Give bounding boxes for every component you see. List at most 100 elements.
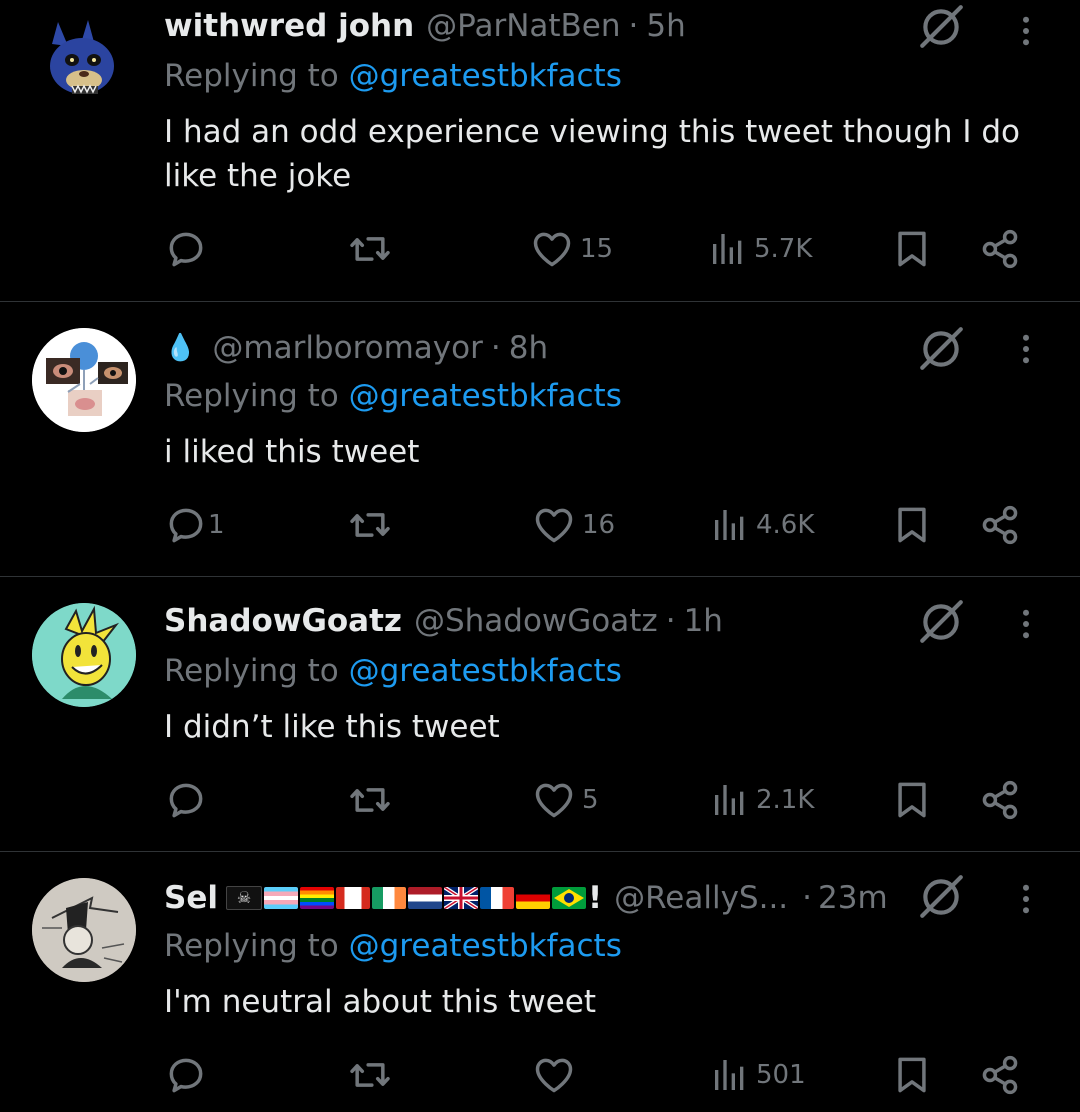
mention-link[interactable]: @greatestbkfacts	[349, 928, 622, 964]
action-bar: 501	[160, 1050, 1040, 1100]
tweet-header: Sel ☠ ! @ReallyS... · 23m	[164, 876, 930, 920]
retweet-icon	[348, 778, 392, 822]
heart-icon	[532, 503, 576, 547]
grok-icon[interactable]	[916, 597, 966, 647]
france-flag-icon	[479, 887, 514, 909]
user-handle[interactable]: @ReallyS...	[614, 880, 788, 916]
views-button[interactable]: 5.7K	[708, 224, 812, 274]
timestamp[interactable]: 8h	[509, 330, 548, 366]
avatar[interactable]	[32, 878, 136, 982]
replying-label: Replying to	[164, 58, 349, 94]
like-button[interactable]: 15	[530, 224, 613, 274]
like-button[interactable]: 5	[532, 775, 599, 825]
mention-link[interactable]: @greatestbkfacts	[349, 653, 622, 689]
display-name[interactable]: withwred john	[164, 8, 414, 44]
sketch-avatar-icon	[32, 878, 136, 982]
share-icon	[978, 778, 1022, 822]
pride-flag-icon	[299, 887, 334, 909]
separator: ·	[490, 330, 501, 366]
user-handle[interactable]: @ShadowGoatz	[414, 603, 658, 639]
grok-icon[interactable]	[916, 872, 966, 922]
more-icon[interactable]	[1008, 324, 1044, 374]
retweet-button[interactable]	[348, 1050, 392, 1100]
reply-icon	[164, 503, 208, 547]
tweet-text: I didn’t like this tweet	[164, 709, 500, 745]
ireland-flag-icon	[371, 887, 406, 909]
bookmark-button[interactable]	[890, 775, 934, 825]
timestamp[interactable]: 5h	[646, 8, 685, 44]
bookmark-button[interactable]	[890, 224, 934, 274]
tweet[interactable]: withwred john @ParNatBen · 5h Replying t…	[0, 0, 1080, 300]
display-name[interactable]: ShadowGoatz	[164, 603, 402, 639]
like-button[interactable]	[532, 1050, 582, 1100]
more-icon[interactable]	[1008, 874, 1044, 924]
tweet-text: I had an odd experience viewing this twe…	[164, 114, 1021, 194]
pirate-flag-icon: ☠	[225, 886, 262, 910]
grok-icon[interactable]	[916, 2, 966, 52]
tweet[interactable]: ShadowGoatz @ShadowGoatz · 1h Replying t…	[0, 577, 1080, 851]
replying-to: Replying to @greatestbkfacts	[164, 58, 622, 94]
reply-icon	[164, 778, 208, 822]
mention-link[interactable]: @greatestbkfacts	[349, 378, 622, 414]
like-button[interactable]: 16	[532, 500, 615, 550]
netherlands-flag-icon	[407, 887, 442, 909]
bookmark-button[interactable]	[890, 1050, 934, 1100]
action-bar: 1 16 4.6K	[160, 500, 1040, 550]
display-name[interactable]: Sel	[164, 880, 218, 916]
tweet-header: ShadowGoatz @ShadowGoatz · 1h	[164, 599, 910, 643]
reply-icon	[164, 1053, 208, 1097]
bookmark-icon	[890, 503, 934, 547]
reply-button[interactable]	[164, 224, 214, 274]
user-handle[interactable]: @marlboromayor	[212, 330, 482, 366]
separator: ·	[628, 8, 639, 44]
tweet-text: i liked this tweet	[164, 434, 420, 470]
share-button[interactable]	[978, 500, 1022, 550]
view-count: 501	[756, 1060, 806, 1090]
like-count: 5	[582, 785, 599, 815]
heart-icon	[532, 1053, 576, 1097]
avatar[interactable]	[32, 328, 136, 432]
view-count: 5.7K	[754, 234, 813, 264]
mention-link[interactable]: @greatestbkfacts	[349, 58, 622, 94]
separator: ·	[802, 880, 813, 916]
grok-icon[interactable]	[916, 324, 966, 374]
avatar[interactable]	[32, 12, 136, 116]
views-button[interactable]: 4.6K	[710, 500, 814, 550]
separator: ·	[665, 603, 676, 639]
views-icon	[710, 1055, 750, 1095]
bookmark-icon	[890, 227, 934, 271]
flag-emoji-row: ☠	[225, 886, 586, 910]
display-name-suffix: !	[587, 880, 603, 916]
retweet-button[interactable]	[348, 500, 392, 550]
timestamp[interactable]: 23m	[818, 880, 888, 916]
user-handle[interactable]: @ParNatBen	[426, 8, 620, 44]
tweet[interactable]: Sel ☠ ! @ReallyS... · 23m Replying to @g…	[0, 852, 1080, 1112]
action-bar: 15 5.7K	[160, 224, 1040, 274]
replying-label: Replying to	[164, 653, 349, 689]
retweet-button[interactable]	[348, 224, 392, 274]
tweet-text: I'm neutral about this tweet	[164, 984, 596, 1020]
display-name[interactable]: 💧	[164, 333, 196, 363]
bookmark-icon	[890, 778, 934, 822]
tweet[interactable]: 💧 @marlboromayor · 8h Replying to @great…	[0, 302, 1080, 576]
views-button[interactable]: 2.1K	[710, 775, 814, 825]
avatar[interactable]	[32, 603, 136, 707]
germany-flag-icon	[515, 887, 550, 909]
retweet-button[interactable]	[348, 775, 392, 825]
view-count: 2.1K	[756, 785, 815, 815]
reply-button[interactable]: 1	[164, 500, 225, 550]
reply-button[interactable]	[164, 1050, 214, 1100]
reply-button[interactable]	[164, 775, 214, 825]
bookmark-button[interactable]	[890, 500, 934, 550]
share-icon	[978, 503, 1022, 547]
replying-label: Replying to	[164, 378, 349, 414]
replying-label: Replying to	[164, 928, 349, 964]
bookmark-icon	[890, 1053, 934, 1097]
timestamp[interactable]: 1h	[684, 603, 723, 639]
share-button[interactable]	[978, 1050, 1022, 1100]
share-button[interactable]	[978, 775, 1022, 825]
more-icon[interactable]	[1008, 6, 1044, 56]
share-button[interactable]	[978, 224, 1022, 274]
more-icon[interactable]	[1008, 599, 1044, 649]
views-button[interactable]: 501	[710, 1050, 806, 1100]
